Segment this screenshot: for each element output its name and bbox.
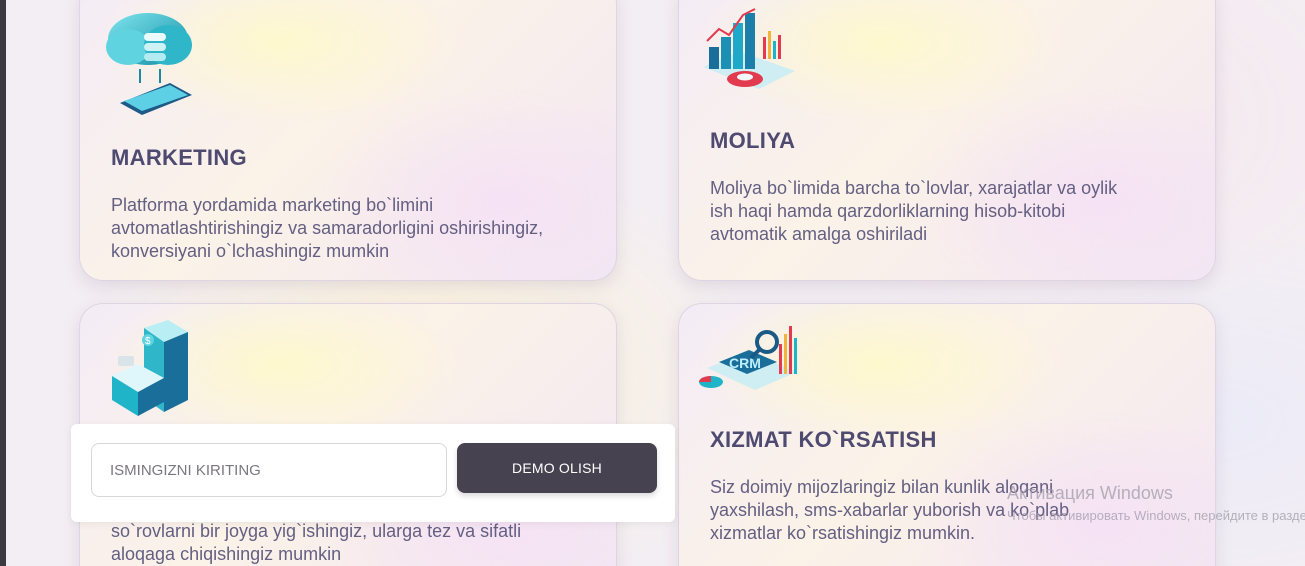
svg-text:CRM: CRM [729,355,761,371]
card-description: so`rovlarni bir joyga yig`ishingiz, ular… [111,521,522,564]
finance-chart-icon [699,7,799,102]
cloud-database-phone-icon [100,0,200,124]
window-left-edge [0,0,6,566]
demo-request-form: DEMO OLISH [71,424,675,522]
card-description: Moliya bo`limida barcha to`lovlar, xaraj… [710,178,1118,244]
feature-card-xizmat: CRM XIZMAT KO`RSATISH Siz doimiy mijozla… [678,303,1216,566]
feature-card-marketing: MARKETING Platforma yordamida marketing … [79,0,617,281]
phone-payment-icon: $ [108,320,192,425]
name-input[interactable] [91,443,447,497]
watermark-title: Активация Windows [1007,483,1173,503]
watermark-text: Чтобы активировать Windows, перейдите в … [1007,508,1305,523]
demo-button[interactable]: DEMO OLISH [457,443,657,493]
card-title: MARKETING [111,145,247,170]
card-title: XIZMAT KO`RSATISH [710,427,937,452]
card-title: MOLIYA [710,128,796,153]
svg-text:$: $ [145,336,151,347]
feature-card-moliya: MOLIYA Moliya bo`limida barcha to`lovlar… [678,0,1216,281]
windows-activation-watermark: Активация Windows Чтобы активировать Win… [1007,482,1305,526]
crm-analytics-icon: CRM [697,320,801,405]
card-description: Platforma yordamida marketing bo`limini … [111,195,544,261]
